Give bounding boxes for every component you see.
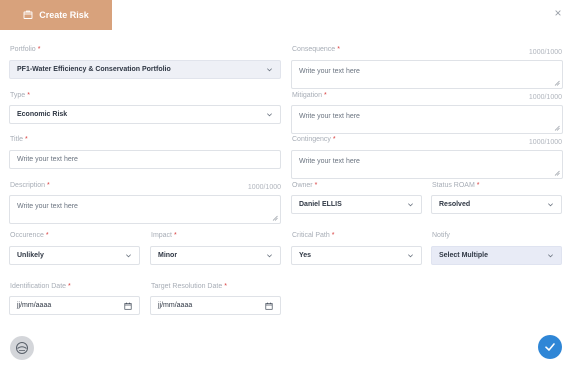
occurence-label: Occurence * — [10, 232, 49, 239]
resize-grip-icon[interactable] — [554, 125, 560, 131]
owner-label: Owner * — [292, 182, 318, 189]
assistant-button[interactable] — [10, 336, 34, 360]
critical-path-value: Yes — [299, 252, 312, 259]
dialog-title: Create Risk — [39, 10, 89, 20]
status-roam-select[interactable]: Resolved — [431, 195, 562, 214]
calendar-icon[interactable] — [265, 302, 273, 310]
status-roam-value: Resolved — [439, 201, 471, 208]
consequence-label: Consequence * — [292, 46, 340, 53]
create-risk-tab: Create Risk — [0, 0, 112, 30]
portfolio-value: PF1-Water Efficiency & Conservation Port… — [17, 66, 171, 73]
impact-value: Minor — [158, 252, 178, 259]
consequence-placeholder: Write your text here — [299, 68, 360, 75]
portfolio-select[interactable]: PF1-Water Efficiency & Conservation Port… — [9, 60, 281, 79]
resize-grip-icon[interactable] — [272, 215, 278, 221]
critical-path-select[interactable]: Yes — [291, 246, 422, 265]
description-textarea[interactable]: Write your text here — [9, 195, 281, 224]
description-counter: 1000/1000 — [247, 184, 281, 191]
description-label: Description * — [10, 182, 50, 189]
occurence-value: Unlikely — [17, 252, 44, 259]
chevron-down-icon — [548, 254, 553, 258]
title-label: Title * — [10, 136, 28, 143]
occurence-select[interactable]: Unlikely — [9, 246, 140, 265]
chevron-down-icon — [267, 254, 272, 258]
consequence-textarea[interactable]: Write your text here — [291, 60, 563, 89]
chevron-down-icon — [548, 203, 553, 207]
identification-date-value: jj/mm/aaaa — [17, 302, 52, 309]
mitigation-textarea[interactable]: Write your text here — [291, 105, 563, 134]
contingency-textarea[interactable]: Write your text here — [291, 150, 563, 179]
identification-date-label: Identification Date * — [10, 283, 71, 290]
owner-value: Daniel ELLIS — [299, 201, 342, 208]
notify-label: Notify — [432, 232, 450, 239]
type-value: Economic Risk — [17, 111, 68, 118]
chevron-down-icon — [267, 68, 272, 72]
description-placeholder: Write your text here — [17, 203, 78, 210]
notify-select[interactable]: Select Multiple — [431, 246, 562, 265]
critical-path-label: Critical Path * — [292, 232, 335, 239]
portfolio-label: Portfolio * — [10, 46, 41, 53]
target-resolution-date-value: jj/mm/aaaa — [158, 302, 193, 309]
notify-value: Select Multiple — [439, 252, 489, 259]
type-select[interactable]: Economic Risk — [9, 105, 281, 124]
target-resolution-date-label: Target Resolution Date * — [151, 283, 227, 290]
chevron-down-icon — [408, 254, 413, 258]
confirm-button[interactable] — [538, 335, 562, 359]
mitigation-placeholder: Write your text here — [299, 113, 360, 120]
chevron-down-icon — [408, 203, 413, 207]
check-icon — [545, 343, 555, 351]
consequence-counter: 1000/1000 — [528, 49, 562, 56]
mitigation-label: Mitigation * — [292, 92, 327, 99]
mitigation-counter: 1000/1000 — [528, 94, 562, 101]
type-label: Type * — [10, 92, 30, 99]
contingency-counter: 1000/1000 — [528, 139, 562, 146]
contingency-label: Contingency * — [292, 136, 336, 143]
title-placeholder: Write your text here — [17, 156, 78, 163]
contingency-placeholder: Write your text here — [299, 158, 360, 165]
bot-icon — [16, 342, 28, 354]
chevron-down-icon — [267, 113, 272, 117]
status-roam-label: Status ROAM * — [432, 182, 480, 189]
target-resolution-date-input[interactable]: jj/mm/aaaa — [150, 296, 281, 315]
impact-label: Impact * — [151, 232, 177, 239]
resize-grip-icon[interactable] — [554, 170, 560, 176]
chevron-down-icon — [126, 254, 131, 258]
identification-date-input[interactable]: jj/mm/aaaa — [9, 296, 140, 315]
resize-grip-icon[interactable] — [554, 80, 560, 86]
title-input[interactable]: Write your text here — [9, 150, 281, 169]
owner-select[interactable]: Daniel ELLIS — [291, 195, 422, 214]
calendar-icon[interactable] — [124, 302, 132, 310]
impact-select[interactable]: Minor — [150, 246, 281, 265]
folder-icon — [23, 10, 33, 19]
close-icon[interactable]: × — [551, 6, 565, 20]
